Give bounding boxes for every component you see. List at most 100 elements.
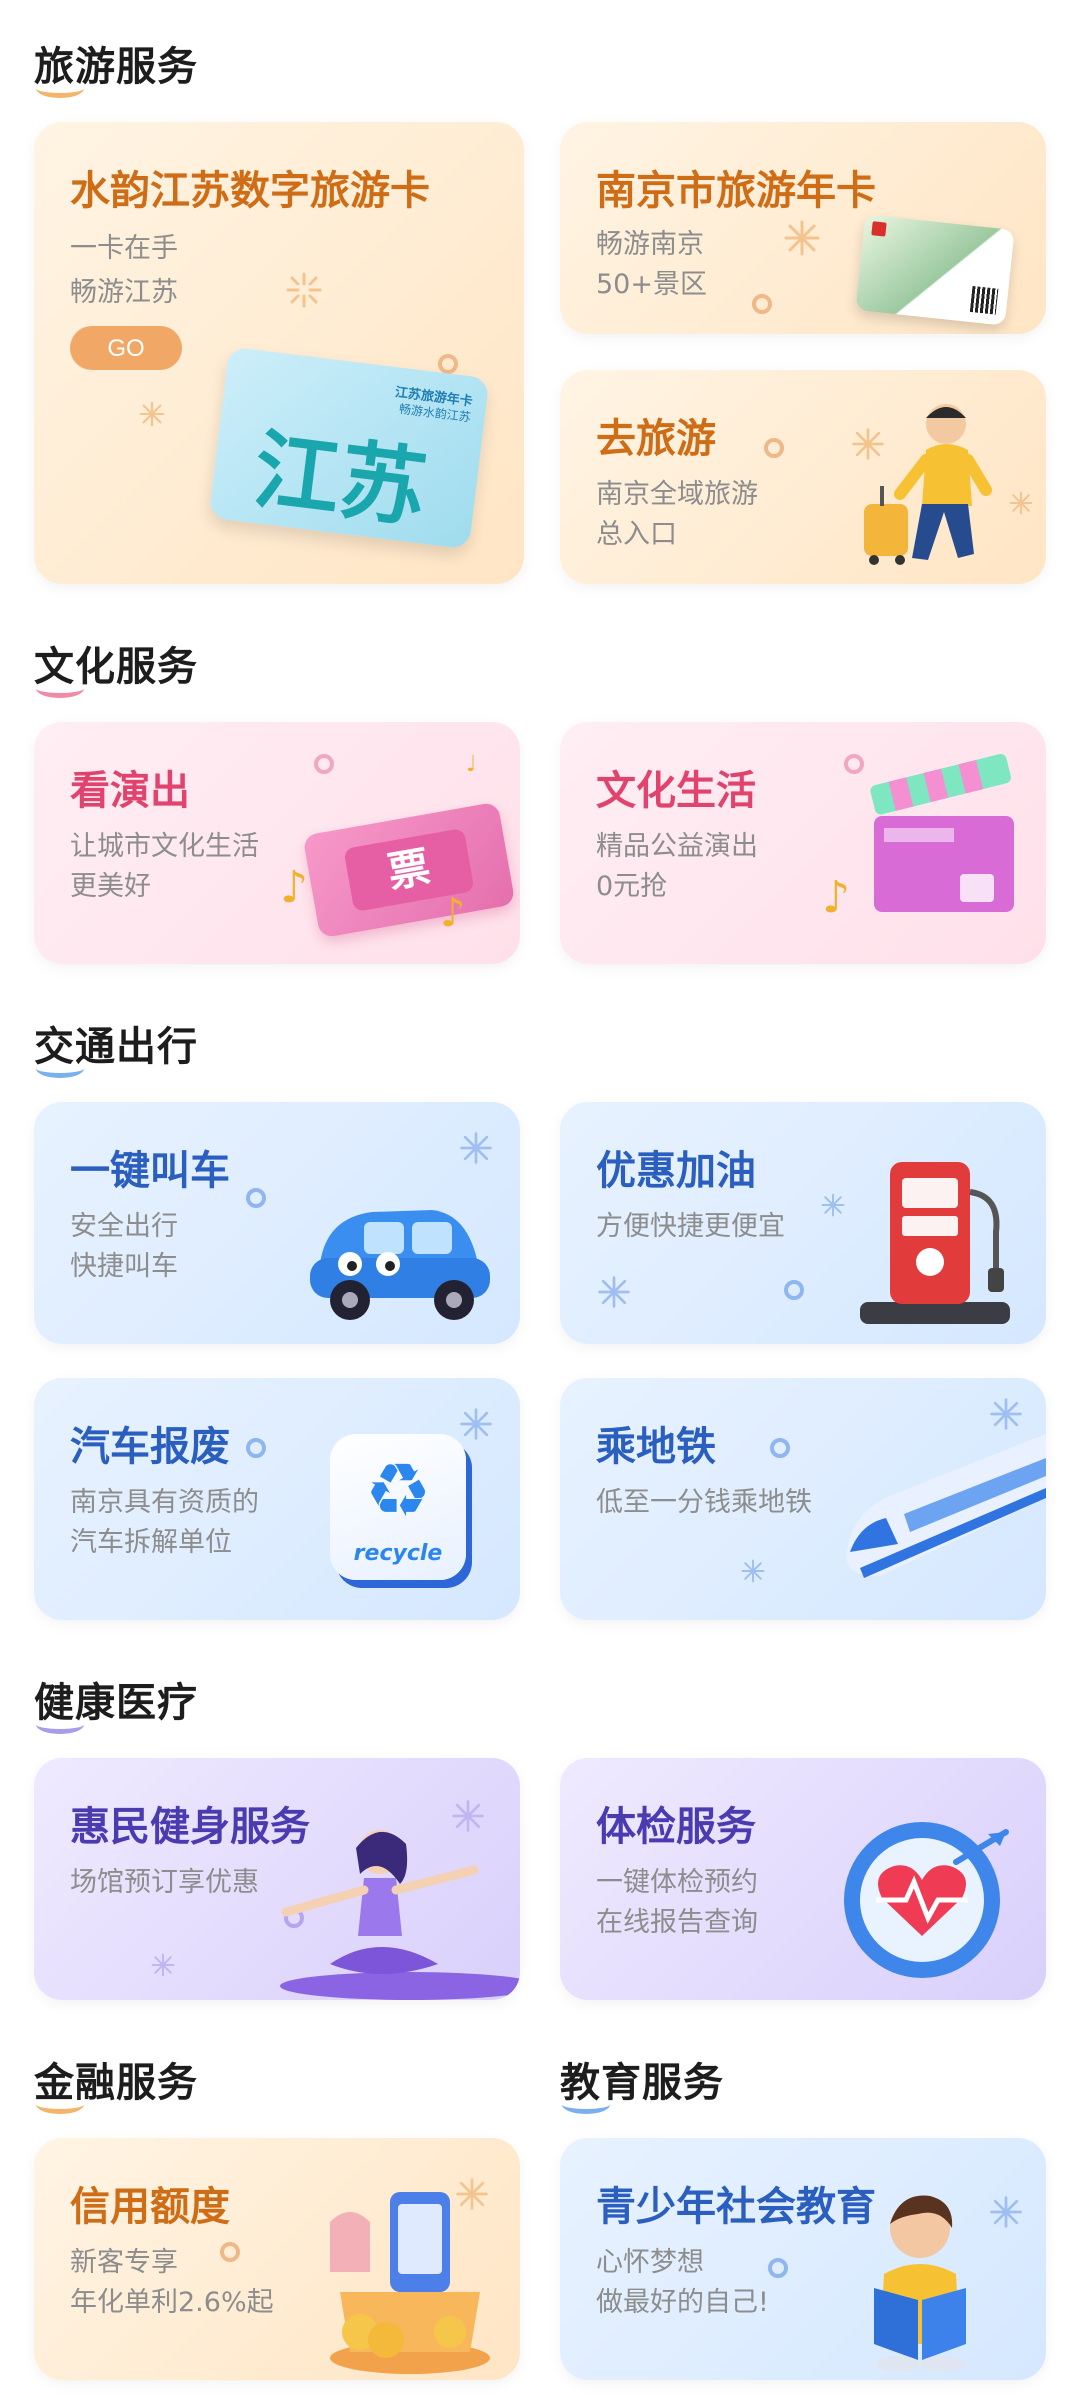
card-title: 文化生活 — [596, 768, 756, 814]
card-metro[interactable]: 乘地铁 低至一分钱乘地铁 — [560, 1378, 1046, 1620]
card-title: 体检服务 — [596, 1804, 756, 1850]
card-subtitle-1: 精品公益演出 — [596, 831, 758, 862]
card-credit-limit[interactable]: 信用额度 新客专享 年化单利2.6%起 — [34, 2138, 520, 2380]
decor-dot — [438, 354, 458, 374]
decor-dot — [246, 1438, 266, 1458]
section-title-education: 教育服务 — [560, 2050, 724, 2114]
card-title: 南京市旅游年卡 — [596, 168, 876, 214]
card-subtitle-2: 在线报告查询 — [596, 1907, 758, 1938]
card-title: 信用额度 — [70, 2184, 230, 2230]
sparkle-icon — [821, 1193, 845, 1217]
section-title-finance: 金融服务 — [34, 2050, 198, 2114]
card-subtitle-1: 一卡在手 — [70, 233, 178, 264]
music-note-icon: ♩ — [466, 752, 477, 777]
title-underline — [36, 679, 84, 698]
logo-mark — [871, 221, 887, 237]
reading-child-illustration — [874, 2195, 966, 2372]
qr-code-icon — [969, 286, 999, 315]
decor-dot — [246, 1188, 266, 1208]
go-button[interactable]: GO — [70, 326, 182, 370]
section-title-health: 健康医疗 — [34, 1670, 198, 1734]
card-hail-car[interactable]: 一键叫车 安全出行 快捷叫车 — [34, 1102, 520, 1344]
card-subtitle-1: 场馆预订享优惠 — [70, 1867, 259, 1898]
sparkle-icon — [990, 1398, 1022, 1430]
card-discount-fuel[interactable]: 优惠加油 方便快捷更便宜 — [560, 1102, 1046, 1344]
card-title: 乘地铁 — [596, 1424, 716, 1470]
card-subtitle-1: 心怀梦想 — [596, 2247, 704, 2278]
card-health-checkup[interactable]: 体检服务 一键体检预约 在线报告查询 — [560, 1758, 1046, 2000]
card-car-scrapping[interactable]: 汽车报废 南京具有资质的 汽车拆解单位 ♻ recycle — [34, 1378, 520, 1620]
card-subtitle-2: 快捷叫车 — [70, 1251, 178, 1282]
card-subtitle-2: 汽车拆解单位 — [70, 1527, 232, 1558]
traveler-illustration — [864, 404, 992, 565]
card-title: 青少年社会教育 — [596, 2184, 876, 2230]
recycle-symbol: ♻ — [364, 1448, 432, 1534]
music-note-icon: ♪ — [280, 862, 309, 913]
metro-train-illustration — [846, 1434, 1046, 1578]
heart-checkup-icon — [844, 1822, 1009, 1978]
title-underline — [36, 79, 84, 98]
card-subtitle-1: 畅游南京 — [596, 229, 704, 260]
jiangsu-card-illustration: 江苏旅游年卡 畅游水韵江苏 江苏 — [208, 346, 490, 550]
card-youth-education[interactable]: 青少年社会教育 心怀梦想 做最好的自己! — [560, 2138, 1046, 2380]
section-title-culture: 文化服务 — [34, 634, 198, 698]
recycle-icon: ♻ recycle — [330, 1434, 466, 1580]
sparkle-icon — [460, 1408, 492, 1440]
sparkle-icon — [139, 401, 165, 427]
card-subtitle-1: 一键体检预约 — [596, 1867, 758, 1898]
section-title-transport: 交通出行 — [34, 1014, 198, 1078]
sparkle-icon — [741, 1559, 765, 1583]
sparkle-icon — [1009, 491, 1033, 515]
card-title: 水韵江苏数字旅游卡 — [70, 168, 430, 214]
card-nanjing-annual-pass[interactable]: 南京市旅游年卡 畅游南京 50+景区 — [560, 122, 1046, 334]
clapperboard-icon — [870, 753, 1014, 912]
recycle-label: recycle — [353, 1541, 443, 1566]
card-fitness-service[interactable]: 惠民健身服务 场馆预订享优惠 — [34, 1758, 520, 2000]
card-watch-show[interactable]: 看演出 让城市文化生活 更美好 票 ♪ ♪ ♩ — [34, 722, 520, 964]
card-title: 看演出 — [70, 768, 190, 814]
title-underline — [36, 2095, 84, 2114]
decor-dot — [768, 2258, 788, 2278]
card-subtitle-1: 新客专享 — [70, 2247, 178, 2278]
card-subtitle-1: 南京全域旅游 — [596, 479, 758, 510]
card-subtitle-1: 安全出行 — [70, 1211, 178, 1242]
title-underline — [36, 1715, 84, 1734]
card-subtitle-2: 做最好的自己! — [596, 2287, 769, 2318]
fuel-pump-icon — [860, 1162, 1010, 1324]
title-underline — [562, 2095, 610, 2114]
nanjing-card-illustration — [855, 214, 1015, 326]
card-subtitle-2: 更美好 — [70, 871, 151, 902]
card-title: 去旅游 — [596, 416, 716, 462]
music-note-icon: ♪ — [822, 872, 851, 923]
card-title: 一键叫车 — [70, 1148, 230, 1194]
section-title-travel: 旅游服务 — [34, 34, 198, 98]
card-subtitle-1: 南京具有资质的 — [70, 1487, 259, 1518]
card-title: 汽车报废 — [70, 1424, 230, 1470]
sparkle-icon — [151, 1953, 175, 1977]
decor-dot — [770, 1438, 790, 1458]
decor-dot — [314, 754, 334, 774]
card-subtitle-2: 0元抢 — [596, 871, 668, 902]
music-note-icon: ♪ — [440, 890, 466, 936]
finance-coins-illustration — [330, 2192, 490, 2374]
decor-dot — [784, 1280, 804, 1300]
decor-dot — [764, 438, 784, 458]
card-subtitle-1: 让城市文化生活 — [70, 831, 259, 862]
yoga-figure-illustration — [280, 1830, 520, 2000]
car-illustration — [310, 1210, 490, 1320]
ticket-illustration: 票 — [302, 801, 516, 939]
card-jiangsu-tour-card[interactable]: 水韵江苏数字旅游卡 一卡在手 畅游江苏 GO 江苏旅游年卡 畅游水韵江苏 江苏 — [34, 122, 524, 584]
sparkle-icon — [598, 1276, 630, 1308]
card-subtitle-2: 50+景区 — [596, 269, 707, 300]
card-subtitle-2: 畅游江苏 — [70, 277, 178, 308]
card-title: 优惠加油 — [596, 1148, 756, 1194]
card-subtitle-2: 年化单利2.6%起 — [70, 2287, 274, 2318]
sparkle-icon — [286, 272, 322, 308]
card-cultural-life[interactable]: 文化生活 精品公益演出 0元抢 ♪ — [560, 722, 1046, 964]
decor-dot — [220, 2242, 240, 2262]
sparkle-icon — [990, 2196, 1022, 2228]
card-big-text: 江苏 — [248, 419, 432, 541]
card-subtitle-2: 总入口 — [596, 519, 677, 550]
card-go-travel[interactable]: 去旅游 南京全域旅游 总入口 — [560, 370, 1046, 584]
card-subtitle-1: 方便快捷更便宜 — [596, 1211, 785, 1242]
